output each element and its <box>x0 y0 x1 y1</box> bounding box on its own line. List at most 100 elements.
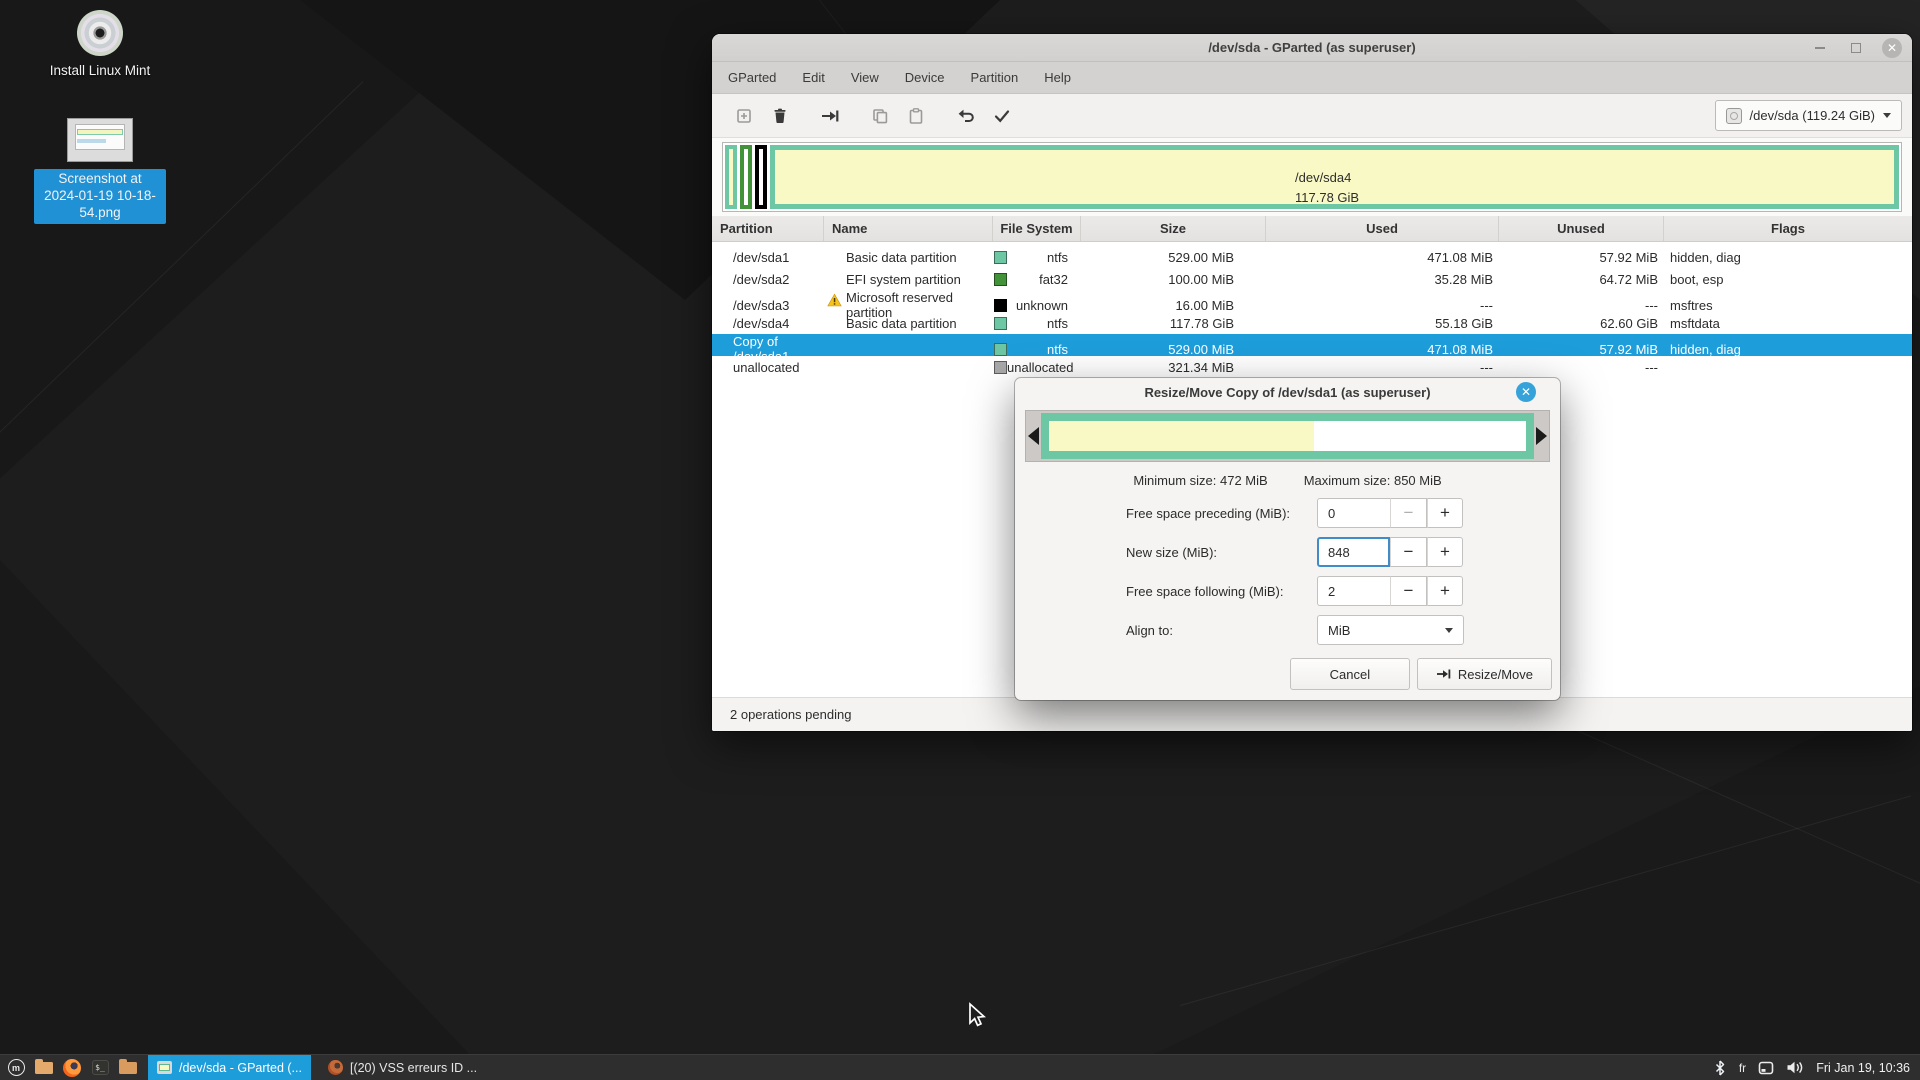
partition-resize-frame[interactable] <box>1041 413 1534 459</box>
slider-left-arrow[interactable] <box>1026 411 1041 461</box>
increment-button[interactable]: + <box>1427 498 1463 528</box>
decrement-button[interactable]: − <box>1390 576 1427 606</box>
clock[interactable]: Fri Jan 19, 10:36 <box>1816 1061 1910 1075</box>
col-used[interactable]: Used <box>1266 216 1499 241</box>
keyboard-layout-indicator[interactable]: fr <box>1739 1061 1746 1075</box>
col-size[interactable]: Size <box>1081 216 1266 241</box>
new-partition-icon[interactable] <box>726 101 762 131</box>
undo-icon[interactable] <box>948 101 984 131</box>
new-size-label: New size (MiB): <box>1126 545 1217 560</box>
screenshot-thumbnail-icon <box>67 118 133 162</box>
free-space-preceding-label: Free space preceding (MiB): <box>1126 506 1290 521</box>
size-limits: Minimum size: 472 MiB Maximum size: 850 … <box>1015 473 1560 488</box>
disk-segment-sda1[interactable] <box>725 145 737 209</box>
disk-segment-sda2[interactable] <box>740 145 752 209</box>
decrement-button[interactable]: − <box>1390 498 1427 528</box>
wallpaper-facet <box>0 560 760 1080</box>
new-size-input[interactable] <box>1317 537 1390 567</box>
desktop-icon-install-linux-mint[interactable]: Install Linux Mint <box>30 10 170 80</box>
device-selector-value: /dev/sda (119.24 GiB) <box>1750 108 1876 123</box>
close-button[interactable]: ✕ <box>1882 38 1902 58</box>
table-row-sda2[interactable]: /dev/sda2 EFI system partition fat32 100… <box>712 268 1912 290</box>
menu-device[interactable]: Device <box>905 70 945 85</box>
col-partition[interactable]: Partition <box>712 216 824 241</box>
table-row-sda1[interactable]: /dev/sda1 Basic data partition ntfs 529.… <box>712 246 1912 268</box>
minimum-size-label: Minimum size: 472 MiB <box>1133 473 1267 488</box>
taskbar-task-firefox[interactable]: [(20) VSS erreurs ID ... <box>319 1055 486 1080</box>
terminal-launcher[interactable]: $_ <box>88 1055 112 1080</box>
chevron-down-icon <box>1883 113 1891 118</box>
apply-icon[interactable] <box>984 101 1020 131</box>
free-space-following-spinner: − + <box>1317 576 1463 606</box>
minimize-button[interactable] <box>1810 38 1830 58</box>
menubar: GParted Edit View Device Partition Help <box>712 62 1912 94</box>
volume-icon[interactable] <box>1786 1060 1804 1075</box>
device-selector[interactable]: /dev/sda (119.24 GiB) <box>1715 100 1903 131</box>
files-launcher[interactable] <box>32 1055 56 1080</box>
table-row-sda3[interactable]: /dev/sda3 Microsoft reserved partition u… <box>712 290 1912 312</box>
free-space-following-input[interactable] <box>1317 576 1390 606</box>
menu-edit[interactable]: Edit <box>802 70 824 85</box>
fs-color-swatch <box>994 273 1007 286</box>
table-row-unallocated[interactable]: unallocated unallocated 321.34 MiB --- -… <box>712 356 1912 378</box>
fs-color-swatch <box>994 251 1007 264</box>
free-space-preceding-input[interactable] <box>1317 498 1390 528</box>
resize-form: Free space preceding (MiB): − + New size… <box>1015 498 1560 654</box>
maximize-button[interactable] <box>1846 38 1866 58</box>
menu-view[interactable]: View <box>851 70 879 85</box>
decrement-button[interactable]: − <box>1390 537 1427 567</box>
warning-icon <box>827 293 842 311</box>
taskbar: m $_ /dev/sda - GParted (... [(20) VSS e… <box>0 1054 1920 1080</box>
disk-visual-panel: /dev/sda4 117.78 GiB <box>722 142 1902 212</box>
menu-help[interactable]: Help <box>1044 70 1071 85</box>
disk-segment-sda4[interactable]: /dev/sda4 117.78 GiB <box>770 145 1899 209</box>
increment-button[interactable]: + <box>1427 537 1463 567</box>
taskbar-task-gparted[interactable]: /dev/sda - GParted (... <box>148 1055 311 1080</box>
disk-segment-sda3[interactable] <box>755 145 767 209</box>
mouse-cursor <box>966 1002 986 1030</box>
bluetooth-icon[interactable] <box>1713 1060 1727 1076</box>
menu-partition[interactable]: Partition <box>971 70 1019 85</box>
resize-move-button[interactable]: Resize/Move <box>1417 658 1552 690</box>
new-size-spinner: − + <box>1317 537 1463 567</box>
resize-move-dialog: Resize/Move Copy of /dev/sda1 (as superu… <box>1015 378 1560 700</box>
resize-move-icon[interactable] <box>812 101 848 131</box>
gparted-icon <box>157 1061 172 1074</box>
increment-button[interactable]: + <box>1427 576 1463 606</box>
free-space-following-label: Free space following (MiB): <box>1126 584 1284 599</box>
col-filesystem[interactable]: File System <box>993 216 1081 241</box>
cd-disc-icon <box>77 10 123 56</box>
menu-gparted[interactable]: GParted <box>728 70 776 85</box>
delete-partition-icon[interactable] <box>762 101 798 131</box>
resize-move-icon <box>1436 668 1452 680</box>
col-flags[interactable]: Flags <box>1664 216 1912 241</box>
network-icon[interactable] <box>1758 1061 1774 1075</box>
desktop-icon-screenshot[interactable]: Screenshot at 2024-01-19 10-18-54.png <box>34 118 166 224</box>
titlebar[interactable]: /dev/sda - GParted (as superuser) ✕ <box>712 34 1912 62</box>
fs-color-swatch <box>994 361 1007 374</box>
slider-right-arrow[interactable] <box>1534 411 1549 461</box>
paste-partition-icon[interactable] <box>898 101 934 131</box>
cancel-button[interactable]: Cancel <box>1290 658 1410 690</box>
folder-launcher[interactable] <box>116 1055 140 1080</box>
disk-segment-label: /dev/sda4 117.78 GiB <box>1295 168 1359 207</box>
align-to-dropdown[interactable]: MiB <box>1317 615 1464 645</box>
partition-used-space <box>1049 421 1314 451</box>
col-unused[interactable]: Unused <box>1499 216 1664 241</box>
chevron-down-icon <box>1445 628 1453 633</box>
table-row-copy-sda1-selected[interactable]: Copy of /dev/sda1 ntfs 529.00 MiB 471.08… <box>712 334 1912 356</box>
col-name[interactable]: Name <box>824 216 993 241</box>
table-row-sda4[interactable]: /dev/sda4 Basic data partition ntfs 117.… <box>712 312 1912 334</box>
mint-menu-button[interactable]: m <box>4 1055 28 1080</box>
toolbar: /dev/sda (119.24 GiB) <box>712 94 1912 138</box>
copy-partition-icon[interactable] <box>862 101 898 131</box>
fs-color-swatch <box>994 343 1007 356</box>
fs-color-swatch <box>994 317 1007 330</box>
desktop: Install Linux Mint Screenshot at 2024-01… <box>0 0 1920 1080</box>
firefox-launcher[interactable] <box>60 1055 84 1080</box>
dialog-close-button[interactable]: ✕ <box>1516 382 1536 402</box>
window-title: /dev/sda - GParted (as superuser) <box>1208 40 1415 55</box>
dialog-titlebar[interactable]: Resize/Move Copy of /dev/sda1 (as superu… <box>1015 378 1560 406</box>
align-to-value: MiB <box>1328 623 1445 638</box>
disk-visual-area: /dev/sda4 117.78 GiB <box>712 138 1912 216</box>
